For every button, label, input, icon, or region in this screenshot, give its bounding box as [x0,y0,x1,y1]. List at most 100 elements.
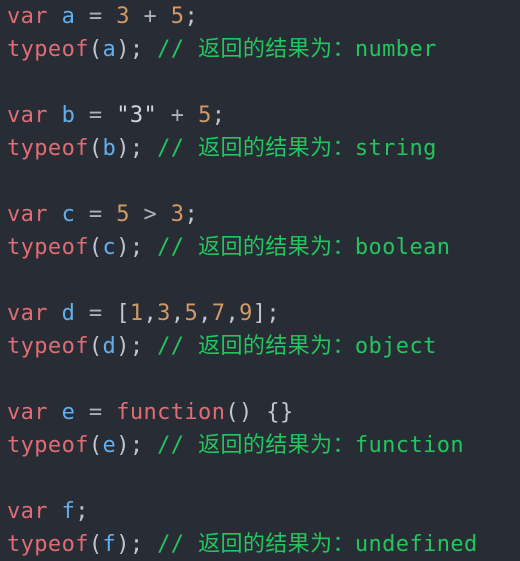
code-operator [143,532,157,557]
code-identifier: d [61,301,76,326]
code-identifier: f [61,499,76,524]
code-line[interactable]: var b = "3" + 5; [7,99,520,132]
code-punctuation: ]; [252,301,281,326]
code-punctuation: , [225,301,240,326]
code-operator: = [75,103,117,128]
code-punctuation: ); [116,532,144,557]
code-comment: // 返回的结果为：object [157,334,437,359]
code-keyword: var [7,400,48,425]
code-keyword: var [7,499,48,524]
code-keyword: typeof [7,235,89,260]
code-line[interactable]: var f; [7,495,520,528]
code-comment: // 返回的结果为：boolean [157,235,451,260]
code-number: 3 [157,301,171,326]
code-keyword: var [7,4,48,29]
code-identifier: e [102,433,117,458]
code-line[interactable]: typeof(c); // 返回的结果为：boolean [7,231,520,264]
code-punctuation: [ [116,301,130,326]
code-punctuation: ( [88,235,103,260]
code-keyword: typeof [7,334,89,359]
code-keyword: var [7,103,48,128]
code-line[interactable]: typeof(f); // 返回的结果为：undefined [7,528,520,561]
code-string: "3" [116,103,158,128]
code-identifier: e [61,400,76,425]
code-punctuation: , [198,301,212,326]
code-keyword: typeof [7,433,89,458]
code-comment: // 返回的结果为：function [157,433,465,458]
code-number: 1 [129,301,144,326]
code-punctuation: ( [88,334,103,359]
code-line[interactable]: var a = 3 + 5; [7,0,520,33]
code-identifier: f [102,532,117,557]
code-operator [143,37,157,62]
code-line-blank[interactable] [7,165,520,198]
code-keyword: var [7,301,48,326]
code-identifier: a [61,4,76,29]
code-operator: = [75,400,117,425]
code-punctuation: ( [88,433,103,458]
code-operator: = [75,301,117,326]
code-line[interactable]: var e = function() {} [7,396,520,429]
code-comment: // 返回的结果为：undefined [157,532,478,557]
code-punctuation: ( [88,136,103,161]
code-operator [143,235,157,260]
code-line[interactable]: typeof(b); // 返回的结果为：string [7,132,520,165]
code-line-blank[interactable] [7,264,520,297]
code-punctuation: ); [116,433,144,458]
code-operator: + [157,103,199,128]
code-operator: = [75,202,117,227]
code-line[interactable]: typeof(d); // 返回的结果为：object [7,330,520,363]
code-operator [48,202,62,227]
code-keyword: typeof [7,532,89,557]
code-identifier: c [61,202,76,227]
code-operator: > [129,202,171,227]
code-line-blank[interactable] [7,363,520,396]
code-line[interactable]: var d = [1,3,5,7,9]; [7,297,520,330]
code-punctuation: ); [116,37,144,62]
code-number: 5 [116,202,130,227]
code-comment: // 返回的结果为：number [157,37,437,62]
code-number: 9 [239,301,253,326]
code-punctuation: () {} [225,400,294,425]
code-operator [143,136,157,161]
code-number: 3 [170,202,185,227]
code-operator [143,334,157,359]
code-identifier: b [102,136,117,161]
code-punctuation: , [143,301,158,326]
code-operator [48,4,62,29]
code-keyword: typeof [7,136,89,161]
code-number: 5 [184,301,199,326]
code-line[interactable]: typeof(a); // 返回的结果为：number [7,33,520,66]
code-number: 3 [116,4,130,29]
code-operator [48,400,62,425]
code-punctuation: ; [184,202,199,227]
code-operator: = [75,4,117,29]
code-punctuation: ); [116,235,144,260]
code-number: 7 [211,301,226,326]
code-punctuation: ); [116,334,144,359]
code-line-blank[interactable] [7,462,520,495]
code-identifier: b [61,103,76,128]
code-line-blank[interactable] [7,66,520,99]
code-punctuation: ; [75,499,89,524]
code-punctuation: , [170,301,185,326]
code-operator [48,499,62,524]
code-operator: + [129,4,171,29]
code-keyword: var [7,202,48,227]
code-operator [48,103,62,128]
code-comment: // 返回的结果为：string [157,136,437,161]
code-punctuation: ( [88,37,103,62]
code-punctuation: ; [184,4,199,29]
code-line[interactable]: var c = 5 > 3; [7,198,520,231]
code-line[interactable]: typeof(e); // 返回的结果为：function [7,429,520,462]
code-punctuation: ( [88,532,103,557]
code-punctuation: ; [211,103,226,128]
code-number: 5 [198,103,212,128]
code-editor[interactable]: var a = 3 + 5; typeof(a); // 返回的结果为：numbe… [0,0,520,560]
code-identifier: d [102,334,117,359]
code-identifier: a [102,37,117,62]
code-operator [143,433,157,458]
code-identifier: c [102,235,117,260]
code-punctuation: ); [116,136,144,161]
code-keyword: typeof [7,37,89,62]
